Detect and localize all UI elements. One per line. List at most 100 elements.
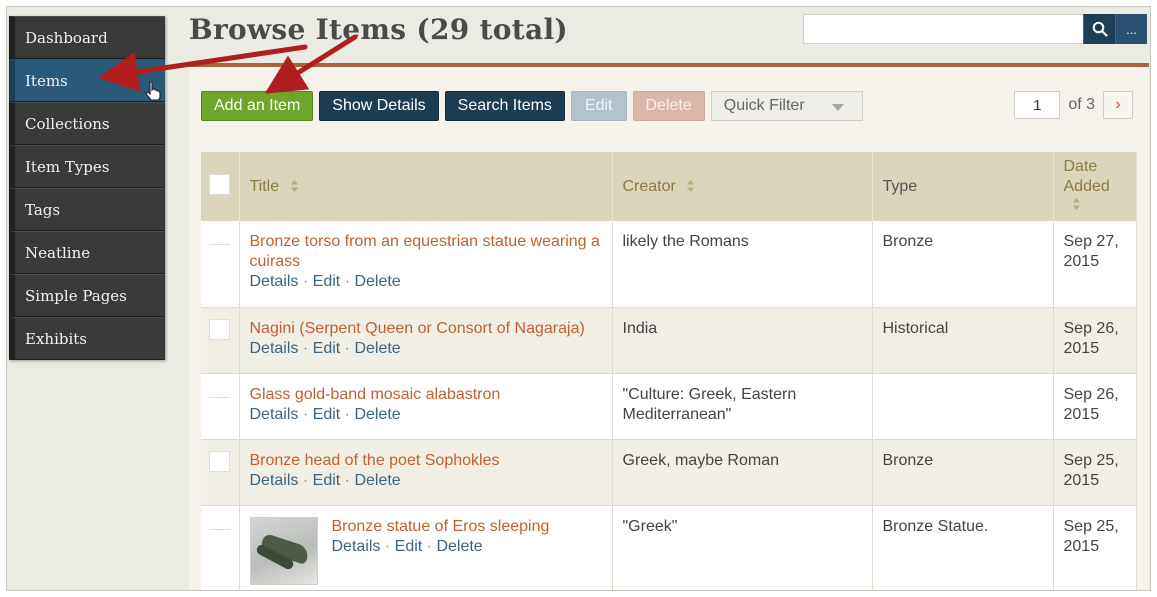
sidebar-item-items[interactable]: Items [9, 59, 165, 102]
separator: · [302, 273, 309, 290]
separator: · [344, 471, 350, 489]
separator: · [344, 273, 350, 290]
sidebar-item-item-types[interactable]: Item Types [9, 145, 165, 188]
edit-link[interactable]: Edit [313, 472, 341, 489]
search-input[interactable] [803, 14, 1083, 44]
hand-cursor-icon [145, 81, 161, 101]
advanced-search-button[interactable]: ... [1115, 14, 1147, 44]
item-title-link[interactable]: Bronze head of the poet Sophokles [250, 451, 602, 471]
date-cell: Sep 26, 2015 [1053, 373, 1137, 440]
search-icon [1092, 21, 1108, 37]
chevron-down-icon [831, 104, 844, 111]
creator-cell: "Culture: Greek, Eastern Mediterranean" [612, 373, 873, 440]
sidebar-item-simple-pages[interactable]: Simple Pages [9, 274, 165, 317]
row-actions: Details · Edit · Delete [250, 272, 602, 292]
sort-icon [687, 180, 695, 193]
separator: · [384, 537, 391, 555]
separator: · [344, 405, 350, 423]
item-title-text: Bronze torso from an equestrian statue w… [249, 233, 600, 250]
header-title[interactable]: Title [239, 152, 613, 221]
header-date-added[interactable]: Date Added [1053, 152, 1137, 221]
table-header-row: Title Creator Type Date Added [201, 152, 1137, 221]
pagination: of 3 › [1014, 91, 1133, 119]
add-item-button[interactable]: Add an Item [201, 91, 314, 121]
row-checkbox[interactable] [209, 528, 230, 531]
edit-button[interactable]: Edit [570, 91, 627, 121]
edit-link[interactable]: Edit [395, 538, 423, 555]
edit-link[interactable]: Edit [313, 340, 341, 357]
title-cell: Nagini (Serpent Queen or Consort of Naga… [239, 307, 613, 374]
date-text: 2015 [1063, 253, 1100, 270]
date-cell: Sep 25, 2015 [1053, 439, 1137, 506]
header-date-label-2: Added [1063, 177, 1110, 195]
creator-text: Mediterranean" [622, 405, 732, 423]
details-link[interactable]: Details [250, 406, 299, 423]
sidebar-item-tags[interactable]: Tags [9, 188, 165, 231]
sidebar-item-neatline[interactable]: Neatline [9, 231, 165, 274]
delete-link[interactable]: Delete [354, 273, 400, 290]
date-text: Sep 25, [1063, 517, 1119, 535]
row-checkbox[interactable] [209, 450, 230, 472]
edit-link[interactable]: Edit [313, 273, 341, 290]
creator-text: likely the Romans [622, 233, 749, 250]
sidebar-item-exhibits[interactable]: Exhibits [9, 317, 165, 360]
delete-link[interactable]: Delete [354, 472, 400, 489]
search-items-button[interactable]: Search Items [444, 91, 565, 121]
table-row: Bronze torso from an equestrian statue w… [201, 221, 1137, 308]
show-details-button[interactable]: Show Details [319, 91, 439, 121]
delete-link[interactable]: Delete [436, 538, 482, 555]
select-all-checkbox[interactable] [209, 173, 230, 195]
table-row: Glass gold-band mosaic alabastron Detail… [201, 373, 1137, 440]
delete-button[interactable]: Delete [632, 91, 705, 121]
sidebar-item-collections[interactable]: Collections [9, 102, 165, 145]
type-cell: Bronze Statue. [872, 505, 1054, 590]
item-title-link[interactable]: Glass gold-band mosaic alabastron [250, 385, 602, 405]
details-link[interactable]: Details [250, 273, 299, 290]
delete-link[interactable]: Delete [354, 340, 400, 357]
item-title-link[interactable]: Nagini (Serpent Queen or Consort of Naga… [250, 319, 602, 339]
row-select-cell [201, 221, 240, 308]
quick-filter-label: Quick Filter [723, 97, 805, 114]
date-text: 2015 [1063, 339, 1100, 357]
separator: · [426, 537, 432, 555]
row-checkbox[interactable] [209, 244, 230, 246]
row-actions: Details · Edit · Delete [250, 405, 602, 425]
page-count: of 3 [1068, 96, 1095, 113]
delete-link[interactable]: Delete [354, 406, 400, 423]
next-page-button[interactable]: › [1103, 91, 1133, 119]
date-text: 2015 [1063, 537, 1100, 555]
row-checkbox[interactable] [209, 318, 230, 340]
page-number-input[interactable] [1014, 91, 1061, 119]
date-cell: Sep 26, 2015 [1053, 307, 1137, 374]
creator-cell: likely the Romans [612, 221, 873, 308]
type-cell: Bronze [872, 221, 1054, 308]
details-link[interactable]: Details [332, 538, 381, 555]
type-cell: Bronze [872, 439, 1054, 506]
edit-link[interactable]: Edit [313, 406, 341, 423]
sidebar-item-dashboard[interactable]: Dashboard [9, 16, 165, 59]
separator: · [344, 339, 350, 357]
toolbar: Add an Item Show Details Search Items Ed… [201, 91, 863, 121]
quick-filter-select[interactable]: Quick Filter [710, 91, 863, 121]
separator: · [302, 471, 309, 489]
row-select-cell [201, 373, 240, 440]
title-cell: Bronze head of the poet Sophokles Detail… [239, 439, 613, 506]
details-link[interactable]: Details [250, 340, 299, 357]
creator-cell: Greek, maybe Roman [612, 439, 873, 506]
header-date-label-1: Date [1063, 157, 1098, 175]
separator: · [302, 339, 309, 357]
sort-icon [1072, 197, 1080, 210]
date-text: Sep 27, [1063, 233, 1119, 250]
details-link[interactable]: Details [250, 472, 299, 489]
row-checkbox[interactable] [209, 396, 230, 399]
search-button[interactable] [1083, 14, 1115, 44]
table-row: Nagini (Serpent Queen or Consort of Naga… [201, 307, 1137, 374]
item-thumbnail[interactable] [249, 516, 318, 585]
row-select-cell [201, 505, 240, 590]
title-cell: Bronze statue of Eros sleeping Details ·… [239, 505, 613, 590]
date-text: 2015 [1063, 471, 1100, 489]
header-creator[interactable]: Creator [612, 152, 873, 221]
separator: · [302, 405, 309, 423]
item-title-link[interactable]: Bronze torso from an equestrian statue w… [250, 232, 602, 272]
select-all-cell [201, 152, 240, 221]
